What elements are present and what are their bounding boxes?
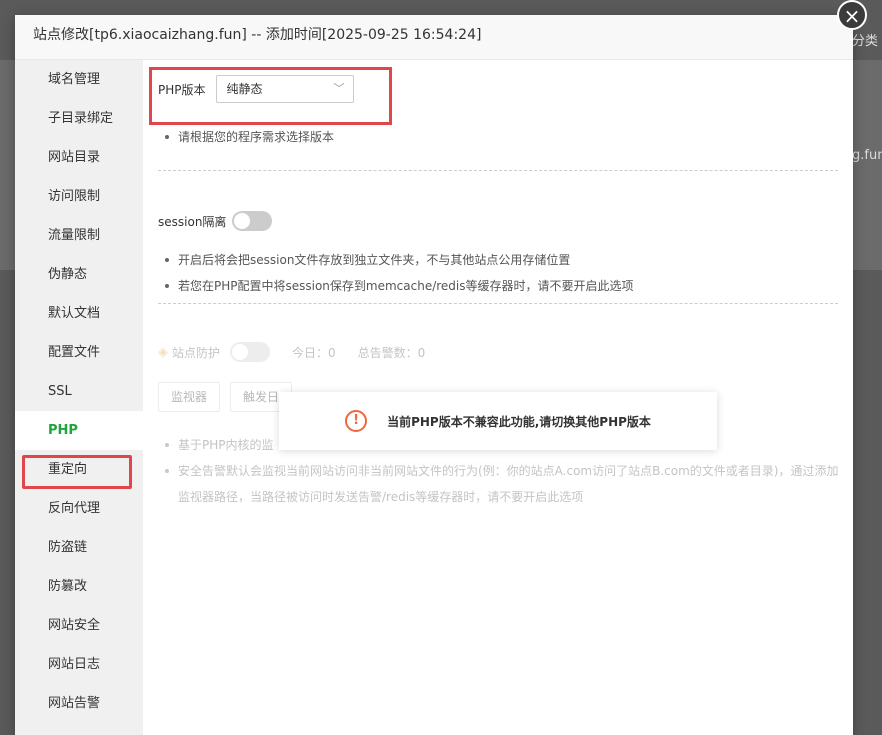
php-version-label: PHP版本 [158, 82, 206, 97]
modal-title: 站点修改[tp6.xiaocaizhang.fun] -- 添加时间[2025-… [15, 15, 853, 60]
divider [158, 170, 838, 171]
sidebar-item-traffic-limit[interactable]: 流量限制 [15, 216, 143, 255]
background-page-left [0, 60, 15, 270]
divider [158, 303, 838, 304]
sidebar-item-hotlink[interactable]: 防盗链 [15, 528, 143, 567]
settings-sidebar: 域名管理 子目录绑定 网站目录 访问限制 流量限制 伪静态 默认文档 配置文件 … [15, 60, 143, 735]
close-icon[interactable]: × [837, 0, 867, 30]
protection-toggle[interactable] [230, 342, 271, 362]
monitor-button[interactable]: 监视器 [158, 382, 221, 412]
total-alert-count: 总告警数：0 [357, 345, 426, 360]
toast-message: 当前PHP版本不兼容此功能,请切换其他PHP版本 [387, 414, 651, 429]
sidebar-item-redirect[interactable]: 重定向 [15, 450, 143, 489]
shield-icon: ◈ [158, 344, 168, 360]
php-tip: 请根据您的程序需求选择版本 [163, 124, 334, 150]
php-version-value: 纯静态 [226, 82, 263, 96]
sidebar-item-access-limit[interactable]: 访问限制 [15, 177, 143, 216]
background-page [852, 60, 882, 270]
php-tips: 请根据您的程序需求选择版本 [163, 124, 334, 150]
sidebar-item-ssl[interactable]: SSL [15, 372, 143, 411]
sidebar-item-site-security[interactable]: 网站安全 [15, 606, 143, 645]
sidebar-item-php[interactable]: PHP [15, 411, 143, 450]
session-tips: 开启后将会把session文件存放到独立文件夹，不与其他站点公用存储位置 若您在… [163, 247, 634, 299]
today-count: 今日：0 [292, 345, 336, 360]
background-category-text: 分类 [852, 34, 879, 49]
session-row: session隔离 [158, 208, 273, 234]
session-label: session隔离 [158, 214, 227, 229]
background-domain-text: g.fun [852, 148, 882, 163]
sidebar-item-site-directory[interactable]: 网站目录 [15, 138, 143, 177]
sidebar-item-site-log[interactable]: 网站日志 [15, 645, 143, 684]
sidebar-item-rewrite[interactable]: 伪静态 [15, 255, 143, 294]
warning-icon: ! [345, 410, 368, 432]
sidebar-item-subdir-binding[interactable]: 子目录绑定 [15, 99, 143, 138]
chevron-down-icon: ﹀ [333, 82, 345, 95]
php-version-select[interactable]: 纯静态 ﹀ [215, 75, 354, 103]
session-tip: 开启后将会把session文件存放到独立文件夹，不与其他站点公用存储位置 [163, 247, 634, 273]
site-settings-modal: 站点修改[tp6.xiaocaizhang.fun] -- 添加时间[2025-… [15, 15, 853, 735]
settings-content: PHP版本 纯静态 ﹀ 请根据您的程序需求选择版本 session隔离 开启后将… [143, 60, 853, 735]
sidebar-item-reverse-proxy[interactable]: 反向代理 [15, 489, 143, 528]
sidebar-item-default-doc[interactable]: 默认文档 [15, 294, 143, 333]
protection-label: 站点防护 [172, 345, 221, 360]
session-toggle[interactable] [232, 211, 273, 231]
sidebar-item-site-alert[interactable]: 网站告警 [15, 684, 143, 723]
php-version-row: PHP版本 纯静态 ﹀ [158, 74, 354, 104]
sidebar-item-config-file[interactable]: 配置文件 [15, 333, 143, 372]
sidebar-item-domain[interactable]: 域名管理 [15, 60, 143, 99]
session-tip: 若您在PHP配置中将session保存到memcache/redis等缓存器时，… [163, 273, 634, 299]
sidebar-item-tamper-proof[interactable]: 防篡改 [15, 567, 143, 606]
protection-tip: 安全告警默认会监视当前网站访问非当前网站文件的行为(例：你的站点A.com访问了… [163, 458, 843, 510]
incompatible-toast: ! 当前PHP版本不兼容此功能,请切换其他PHP版本 [279, 392, 717, 450]
protection-row: ◈ 站点防护 今日：0 总告警数：0 [158, 340, 425, 364]
